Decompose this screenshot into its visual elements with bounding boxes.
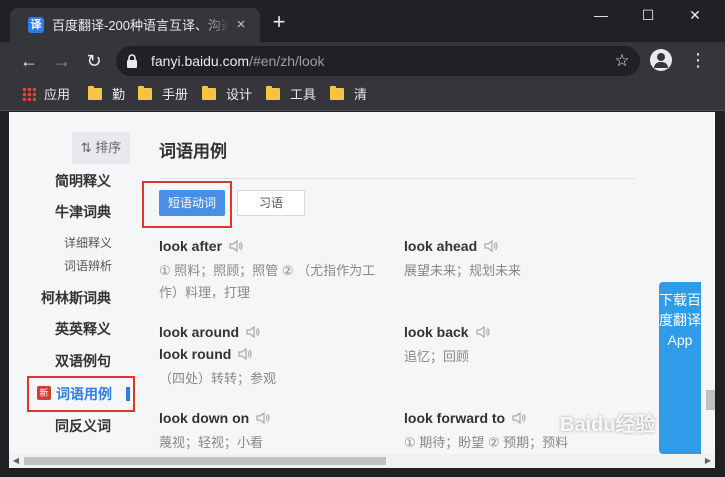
address-bar[interactable]: fanyi.baidu.com/#en/zh/look ☆	[116, 46, 640, 76]
folder-icon	[202, 86, 216, 100]
scroll-right-icon[interactable]: ▶	[703, 456, 713, 466]
entry-definition: 展望未来；规划未来	[404, 263, 522, 278]
bookmark-star-icon[interactable]: ☆	[612, 51, 632, 71]
apps-grid-icon	[22, 87, 36, 101]
minimize-button[interactable]: —	[586, 4, 616, 26]
page-viewport: ⇅ 排序 简明释义 牛津词典 详细释义 词语辨析 柯林斯词典 英英释义 双语例句…	[9, 112, 715, 454]
bookmark-label: 清	[354, 87, 368, 102]
speaker-icon[interactable]	[475, 325, 491, 339]
bookmark-folder[interactable]: 手册	[138, 86, 188, 104]
watermark: Baidu经验	[560, 414, 656, 436]
url-text: fanyi.baidu.com/#en/zh/look	[151, 52, 325, 70]
entry-word-text: look back	[404, 324, 469, 340]
entry-word-text: look after	[159, 238, 223, 254]
tab-title-fade	[200, 12, 230, 36]
entry-word[interactable]: look back	[404, 322, 491, 342]
sidebar-subitem-detailed[interactable]: 详细释义	[9, 235, 112, 251]
folder-icon	[330, 86, 344, 100]
download-app-banner[interactable]: 下载百度翻译App	[659, 282, 701, 454]
new-badge: 新	[37, 386, 51, 400]
sidebar-subitem-discrimination[interactable]: 词语辨析	[9, 258, 112, 274]
bookmark-label: 工具	[290, 87, 317, 102]
maximize-button[interactable]: ☐	[633, 4, 663, 26]
sidebar-item-english-english[interactable]: 英英释义	[9, 319, 119, 339]
entry-definition: （四处）转转；参观	[159, 371, 277, 386]
profile-avatar-icon[interactable]	[650, 49, 672, 71]
bookmark-folder[interactable]: 清	[330, 86, 367, 104]
browser-window: 译 百度翻译-200种语言互译、沟通全世界！ × + — ☐ ✕ ← → ↻ f…	[0, 0, 725, 477]
folder-icon	[88, 86, 102, 100]
entry-word-alt[interactable]: look round	[159, 344, 253, 364]
browser-tab[interactable]: 译 百度翻译-200种语言互译、沟通全世界！ ×	[10, 8, 260, 42]
bookmark-label: 设计	[226, 87, 253, 102]
translate-favicon-icon: 译	[28, 17, 44, 33]
dictionary-sidebar: ⇅ 排序 简明释义 牛津词典 详细释义 词语辨析 柯林斯词典 英英释义 双语例句…	[9, 112, 139, 454]
bookmark-folder[interactable]: 设计	[202, 86, 252, 104]
bookmark-label: 手册	[162, 87, 189, 102]
entry-word-text: look forward to	[404, 410, 506, 426]
entry-word-text: look down on	[159, 410, 250, 426]
sidebar-item-collins[interactable]: 柯林斯词典	[9, 288, 119, 308]
close-window-button[interactable]: ✕	[680, 4, 710, 26]
entry-word[interactable]: look around	[159, 322, 261, 342]
browser-toolbar: ← → ↻ fanyi.baidu.com/#en/zh/look ☆ ⋮	[0, 42, 725, 79]
entry-definition: ① 照料；照顾；照管 ② （尤指作为工作）料理，打理	[159, 263, 376, 300]
sidebar-item-synonyms[interactable]: 同反义词	[9, 416, 119, 436]
entry-definition: 追忆；回顾	[404, 349, 470, 364]
filter-idioms-button[interactable]: 习语	[237, 190, 305, 216]
vertical-scrollbar-thumb[interactable]	[706, 390, 715, 410]
entry-word[interactable]: look after	[159, 236, 244, 256]
sidebar-item-oxford[interactable]: 牛津词典	[9, 202, 119, 222]
back-button[interactable]: ←	[18, 50, 40, 72]
bookmarks-bar: 应用 勤 手册 设计 工具 清	[0, 79, 725, 111]
divider	[159, 178, 635, 179]
section-title: 词语用例	[159, 142, 227, 161]
speaker-icon[interactable]	[255, 411, 271, 425]
speaker-icon[interactable]	[483, 239, 499, 253]
sidebar-item-bilingual-examples[interactable]: 双语例句	[9, 351, 119, 371]
url-host: fanyi.baidu.com	[151, 53, 250, 69]
folder-icon	[138, 86, 152, 100]
filter-phrasal-verbs-button[interactable]: 短语动词	[159, 190, 225, 216]
speaker-icon[interactable]	[237, 347, 253, 361]
bookmark-label: 勤	[112, 87, 126, 102]
entry-word[interactable]: look down on	[159, 408, 271, 428]
forward-button[interactable]: →	[51, 50, 73, 72]
url-path: /#en/zh/look	[249, 53, 325, 69]
entry-word[interactable]: look ahead	[404, 236, 499, 256]
bookmark-folder[interactable]: 勤	[88, 86, 125, 104]
sidebar-item-label: 词语用例	[56, 386, 112, 402]
entry-definition: 蔑视；轻视；小看	[159, 435, 264, 450]
scroll-left-icon[interactable]: ◀	[11, 456, 21, 466]
entry-word-text: look around	[159, 324, 240, 340]
entry-word-text: look ahead	[404, 238, 478, 254]
bookmark-label: 应用	[44, 87, 71, 102]
horizontal-scrollbar-thumb[interactable]	[24, 457, 386, 465]
tab-strip: 译 百度翻译-200种语言互译、沟通全世界！ × + — ☐ ✕	[0, 0, 725, 42]
bookmark-folder[interactable]: 工具	[266, 86, 316, 104]
browser-menu-icon[interactable]: ⋮	[688, 49, 708, 71]
new-tab-button[interactable]: +	[268, 11, 290, 34]
entry-word[interactable]: look forward to	[404, 408, 527, 428]
speaker-icon[interactable]	[245, 325, 261, 339]
tab-close-icon[interactable]: ×	[232, 16, 250, 34]
speaker-icon[interactable]	[511, 411, 527, 425]
sort-button[interactable]: ⇅ 排序	[72, 132, 130, 164]
bookmark-apps[interactable]: 应用	[22, 86, 70, 104]
entry-word-text: look round	[159, 346, 232, 362]
active-indicator	[126, 387, 130, 401]
horizontal-scrollbar[interactable]: ◀ ▶	[9, 454, 715, 468]
folder-icon	[266, 86, 280, 100]
lock-icon	[127, 54, 137, 68]
speaker-icon[interactable]	[228, 239, 244, 253]
usage-section: 词语用例 短语动词 习语 look after ① 照料；照顾；照管 ② （尤指…	[142, 112, 639, 454]
reload-button[interactable]: ↻	[83, 50, 105, 72]
sidebar-item-usage-active[interactable]: 新 词语用例	[27, 376, 135, 412]
sidebar-item-concise[interactable]: 简明释义	[9, 171, 119, 191]
